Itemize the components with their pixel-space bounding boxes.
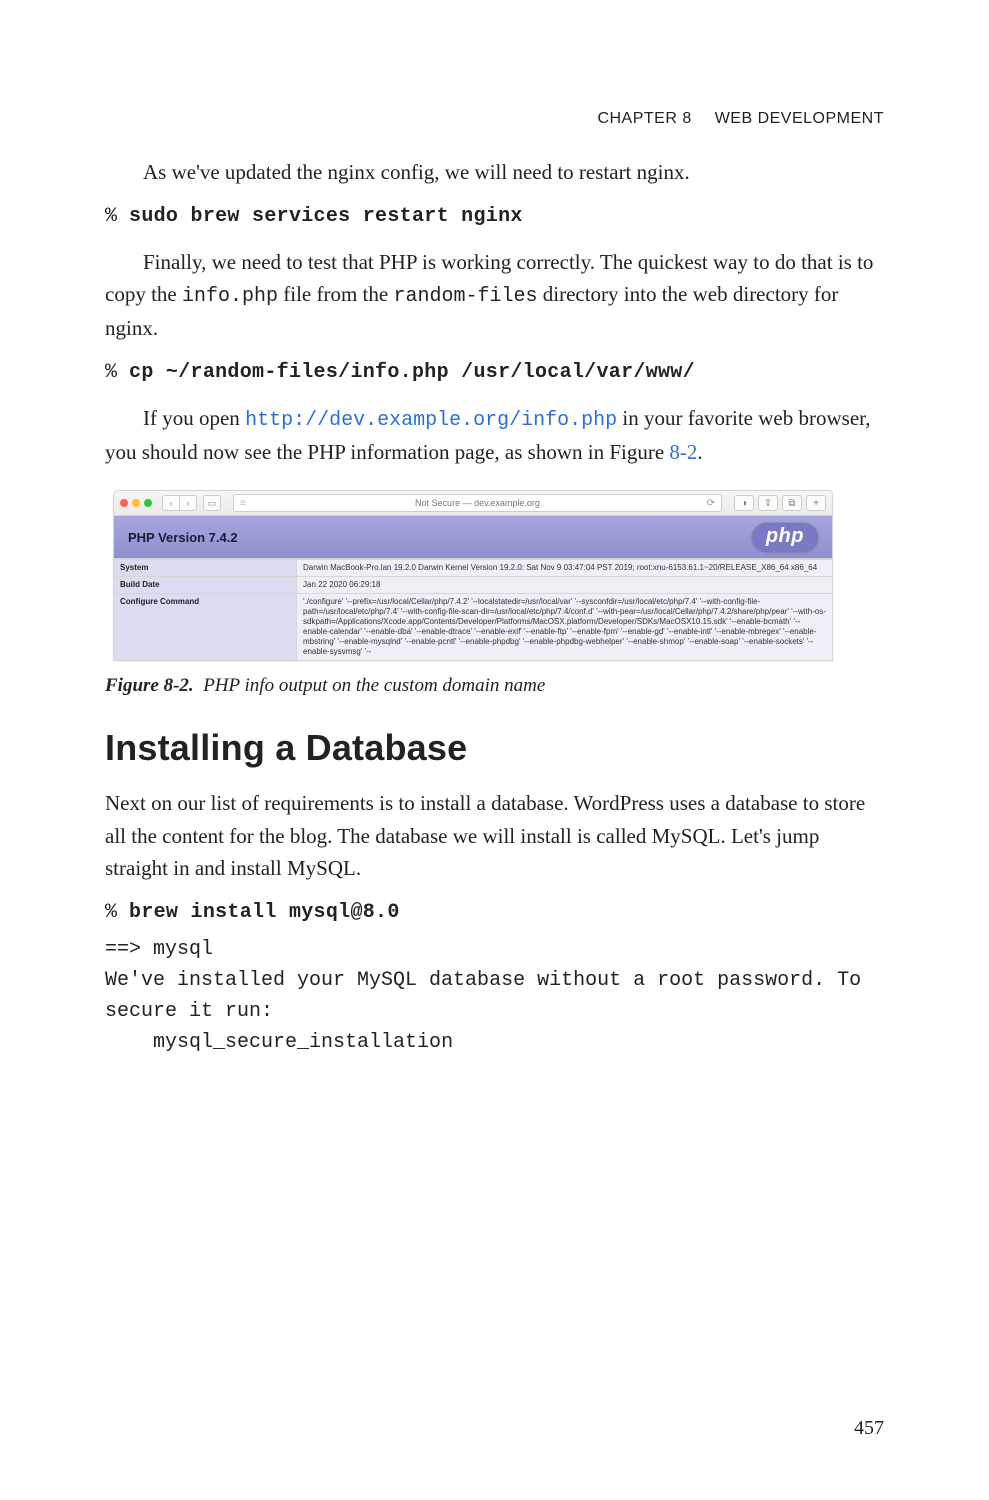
- reload-icon[interactable]: ⟳: [707, 498, 715, 509]
- caption-label: Figure 8-2.: [105, 675, 194, 696]
- paragraph-4: Next on our list of requirements is to i…: [105, 787, 884, 885]
- prompt: %: [105, 361, 129, 384]
- table-row: Build Date Jan 22 2020 06:29:18: [114, 577, 833, 594]
- safari-window: ‹ › ▭ ≡ Not Secure — dev.example.org ⟳ ◑…: [113, 490, 833, 661]
- phpinfo-table: System Darwin MacBook-Pro.lan 19.2.0 Dar…: [113, 559, 833, 661]
- tabs-button[interactable]: ⧉: [782, 495, 802, 511]
- share-button[interactable]: ⇪: [758, 495, 778, 511]
- phpinfo-value: Darwin MacBook-Pro.lan 19.2.0 Darwin Ker…: [297, 560, 833, 577]
- command-3: % brew install mysql@8.0: [105, 901, 884, 924]
- forward-button[interactable]: ›: [180, 495, 197, 511]
- prompt: %: [105, 901, 129, 924]
- figure-8-2: ‹ › ▭ ≡ Not Secure — dev.example.org ⟳ ◑…: [105, 490, 884, 661]
- table-row: Configure Command './configure' '--prefi…: [114, 594, 833, 661]
- command-output: ==> mysql We've installed your MySQL dat…: [105, 934, 884, 1058]
- inline-code: info.php: [182, 285, 278, 308]
- minimize-icon[interactable]: [132, 499, 140, 507]
- chapter-title: WEB DEVELOPMENT: [715, 110, 884, 127]
- caption-text: PHP info output on the custom domain nam…: [203, 675, 545, 696]
- phpinfo-key: Configure Command: [114, 594, 297, 661]
- close-icon[interactable]: [120, 499, 128, 507]
- command-1: % sudo brew services restart nginx: [105, 205, 884, 228]
- zoom-icon[interactable]: [144, 499, 152, 507]
- php-version-title: PHP Version 7.4.2: [128, 530, 238, 545]
- command-text: cp ~/random-files/info.php /usr/local/va…: [129, 361, 695, 384]
- paragraph-2: Finally, we need to test that PHP is wor…: [105, 246, 884, 345]
- command-2: % cp ~/random-files/info.php /usr/local/…: [105, 361, 884, 384]
- back-button[interactable]: ‹: [162, 495, 180, 511]
- browser-toolbar: ‹ › ▭ ≡ Not Secure — dev.example.org ⟳ ◑…: [113, 490, 833, 516]
- phpinfo-value: './configure' '--prefix=/usr/local/Cella…: [297, 594, 833, 661]
- phpinfo-key: System: [114, 560, 297, 577]
- chapter-label: CHAPTER 8: [597, 110, 691, 127]
- prompt: %: [105, 205, 129, 228]
- phpinfo-header: PHP Version 7.4.2 php: [113, 516, 833, 559]
- running-header: CHAPTER 8 WEB DEVELOPMENT: [597, 110, 884, 128]
- downloads-button[interactable]: ◑: [734, 495, 754, 511]
- sidebar-button[interactable]: ▭: [203, 495, 221, 511]
- page-number: 457: [854, 1417, 884, 1440]
- section-heading: Installing a Database: [105, 727, 884, 769]
- phpinfo-value: Jan 22 2020 06:29:18: [297, 577, 833, 594]
- figure-reference: 8-2: [669, 440, 697, 464]
- phpinfo-key: Build Date: [114, 577, 297, 594]
- table-row: System Darwin MacBook-Pro.lan 19.2.0 Dar…: [114, 560, 833, 577]
- php-logo: php: [752, 523, 818, 552]
- command-text: sudo brew services restart nginx: [129, 205, 523, 228]
- paragraph-1: As we've updated the nginx config, we wi…: [105, 156, 884, 189]
- reader-icon: ≡: [240, 498, 246, 509]
- address-bar[interactable]: ≡ Not Secure — dev.example.org ⟳: [233, 494, 722, 512]
- new-tab-button[interactable]: +: [806, 495, 826, 511]
- nav-buttons: ‹ ›: [162, 495, 197, 511]
- command-text: brew install mysql@8.0: [129, 901, 400, 924]
- url-label: Not Secure — dev.example.org: [415, 498, 540, 508]
- window-controls: [120, 499, 152, 507]
- paragraph-3: If you open http://dev.example.org/info.…: [105, 402, 884, 469]
- figure-caption: Figure 8-2. PHP info output on the custo…: [105, 675, 884, 697]
- url-link[interactable]: http://dev.example.org/info.php: [245, 409, 617, 432]
- inline-code: random-files: [393, 285, 537, 308]
